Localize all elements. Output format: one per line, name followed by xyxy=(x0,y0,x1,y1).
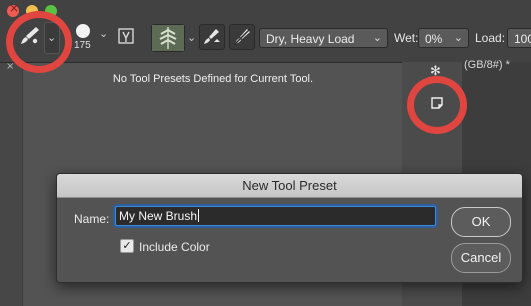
new-preset-icon xyxy=(431,97,443,109)
options-bar: ⌄ 175 ⌄ ⌄ xyxy=(0,0,531,63)
checkmark-icon: ✓ xyxy=(122,239,132,252)
load-brush-button[interactable] xyxy=(199,24,225,50)
mix-preset-dropdown[interactable]: Dry, Heavy Load ⌄ xyxy=(259,28,388,48)
leaf-sample-icon xyxy=(152,25,184,51)
ok-button[interactable]: OK xyxy=(451,207,511,237)
window-minimize-button[interactable] xyxy=(26,5,38,17)
brush-size-value: 175 xyxy=(74,40,91,51)
load-brush-icon xyxy=(204,29,220,44)
brush-panel-toggle[interactable] xyxy=(116,26,138,46)
wet-value: 0% xyxy=(425,32,443,46)
settings-gear-icon[interactable]: ✻ xyxy=(430,64,441,79)
brush-load-swatch[interactable] xyxy=(151,24,185,52)
chevron-down-icon[interactable]: ⌄ xyxy=(187,32,196,43)
panel-close-icon[interactable]: × xyxy=(6,61,14,72)
window-zoom-button[interactable] xyxy=(45,5,57,17)
wet-label: Wet: xyxy=(394,31,419,45)
brush-tip-icon xyxy=(76,24,90,38)
tool-preset-dropdown[interactable]: ⌄ xyxy=(44,22,60,54)
document-tab-title[interactable]: (GB/8#) * xyxy=(464,59,510,71)
dialog-title: New Tool Preset xyxy=(242,178,337,193)
mix-preset-value: Dry, Heavy Load xyxy=(266,32,355,46)
cancel-button[interactable]: Cancel xyxy=(451,243,511,273)
dialog-titlebar[interactable]: New Tool Preset xyxy=(57,174,522,198)
preset-name-value: My New Brush xyxy=(119,209,198,223)
preset-name-input[interactable]: My New Brush xyxy=(115,206,436,226)
name-label: Name: xyxy=(74,212,110,226)
include-color-label[interactable]: Include Color xyxy=(139,240,210,254)
left-gutter xyxy=(0,63,22,306)
include-color-checkbox[interactable]: ✓ xyxy=(120,239,134,253)
load-label: Load: xyxy=(475,31,506,45)
tool-preset-picker[interactable]: ⌄ xyxy=(14,20,60,56)
chevron-down-icon: ⌄ xyxy=(99,27,109,40)
create-new-preset-button[interactable] xyxy=(430,96,444,110)
brush-preset-picker[interactable]: 175 ⌄ xyxy=(72,22,112,54)
load-value: 100 xyxy=(514,32,531,46)
text-cursor xyxy=(198,209,200,222)
mixer-brush-icon xyxy=(21,27,39,44)
brush-settings-icon xyxy=(118,28,134,44)
clean-brush-button[interactable] xyxy=(229,24,255,50)
chevron-down-icon: ⌄ xyxy=(372,31,382,44)
window-close-button[interactable] xyxy=(7,1,19,17)
chevron-down-icon: ⌄ xyxy=(47,31,57,44)
chevron-down-icon: ⌄ xyxy=(453,31,463,44)
wet-dropdown[interactable]: 0% ⌄ xyxy=(418,28,469,48)
new-tool-preset-dialog: New Tool Preset Name: My New Brush ✓ Inc… xyxy=(56,173,523,283)
clean-brush-icon xyxy=(233,28,251,46)
load-field[interactable]: 100 xyxy=(507,28,531,48)
empty-presets-message: No Tool Presets Defined for Current Tool… xyxy=(112,73,314,85)
